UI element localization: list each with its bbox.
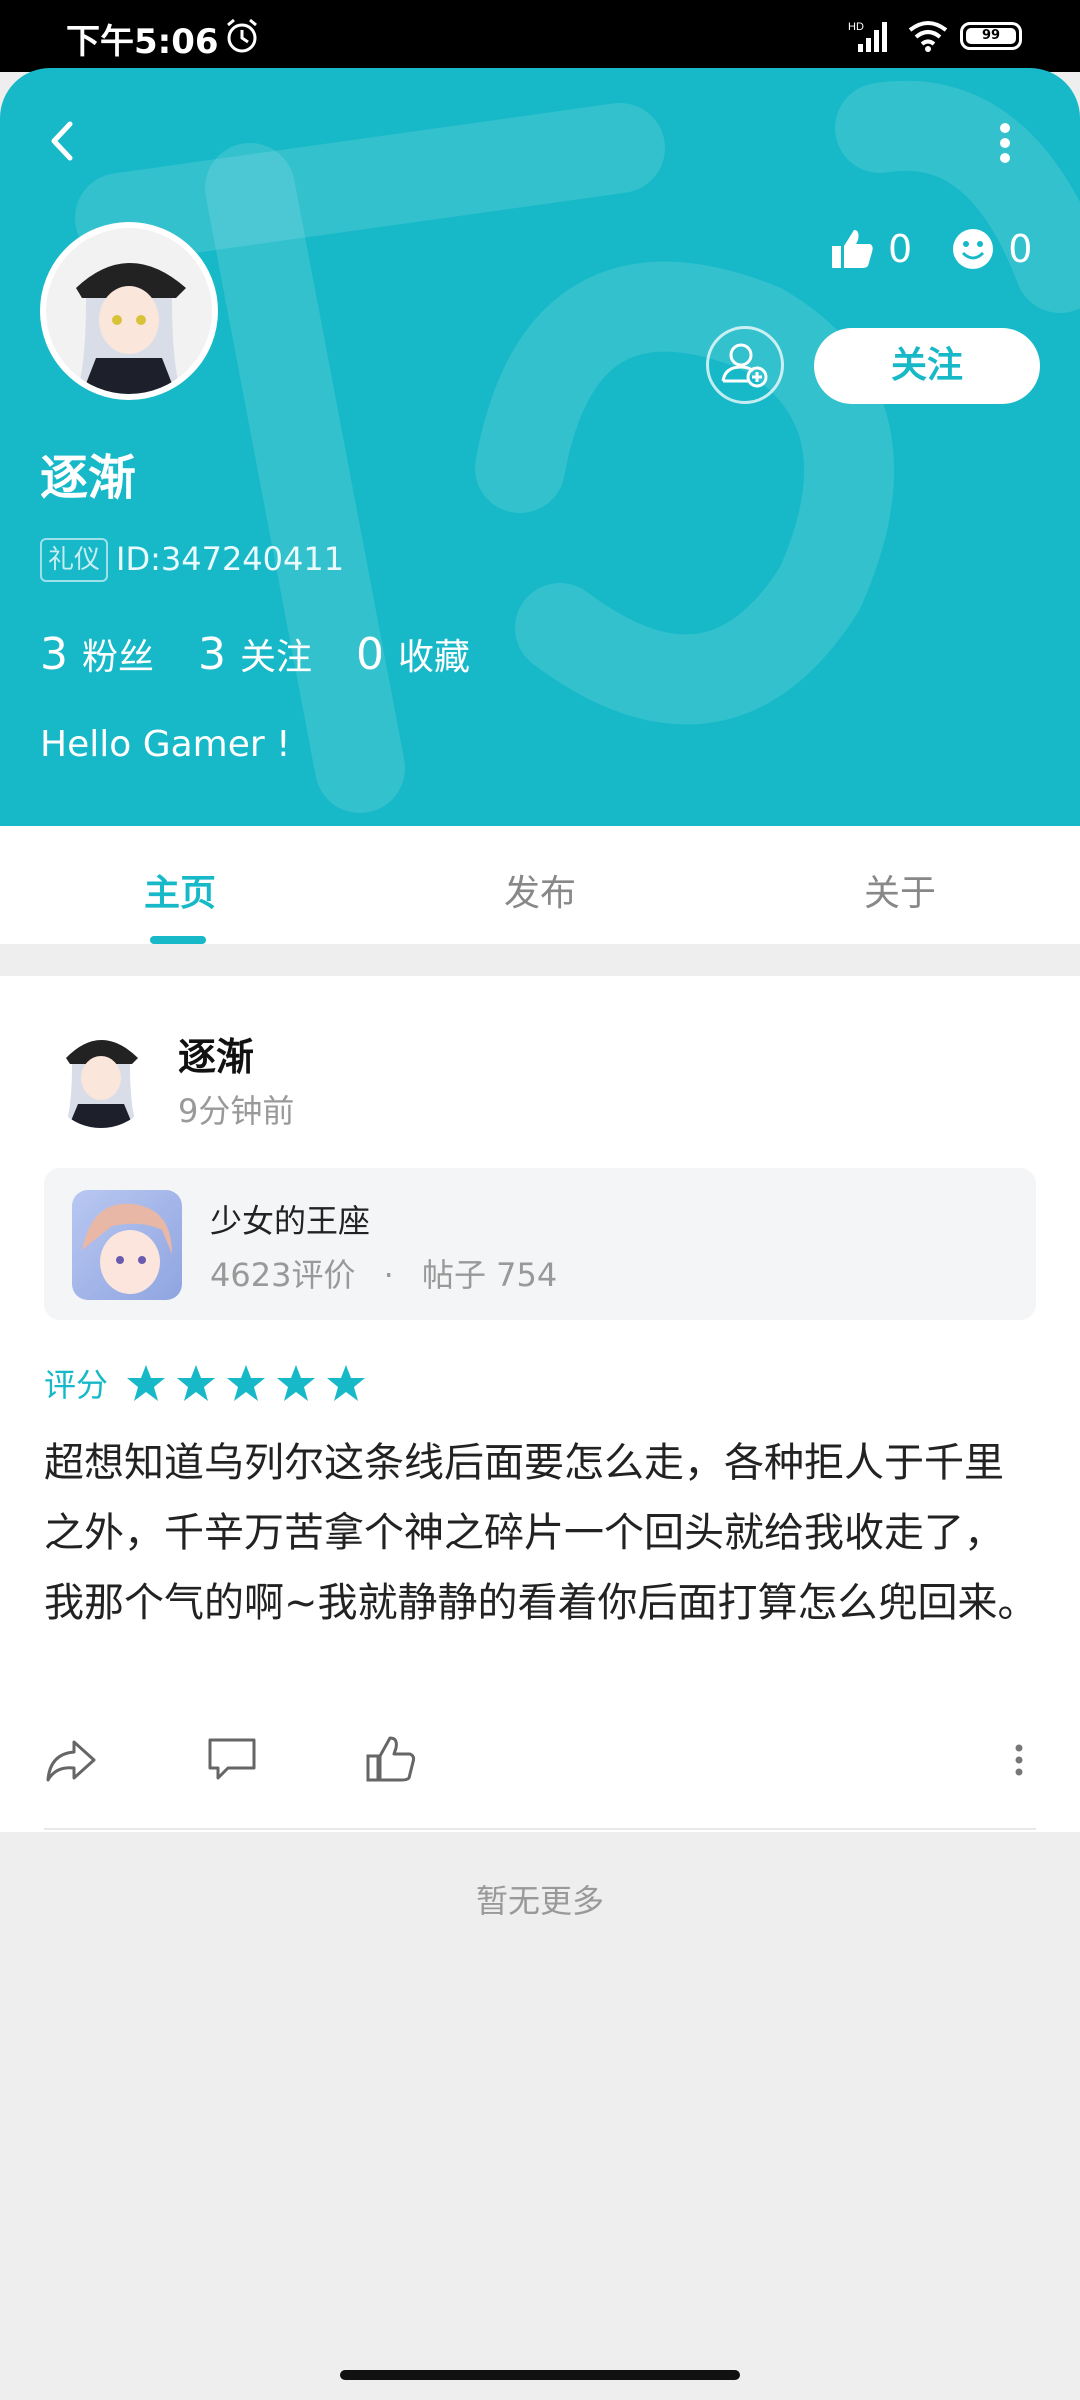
game-reviews: 4623评价: [210, 1256, 356, 1294]
battery-icon: 99: [960, 22, 1022, 50]
avatar[interactable]: [40, 222, 218, 400]
star-icon: [277, 1365, 316, 1401]
star-icon: [227, 1365, 266, 1401]
signal-icon: HD: [848, 21, 887, 52]
meta-separator: ·: [383, 1256, 394, 1294]
profile-stats: 3 粉丝 3 关注 0 收藏: [40, 628, 514, 680]
like-icon[interactable]: [364, 1732, 420, 1788]
game-icon: [72, 1190, 182, 1300]
user-bio: Hello Gamer !: [40, 724, 291, 765]
smile-icon: [953, 229, 994, 269]
stat-fans[interactable]: 3 粉丝: [40, 628, 154, 680]
tab-about[interactable]: 关于: [800, 864, 1000, 916]
add-friend-button[interactable]: [706, 326, 784, 404]
follow-button[interactable]: 关注: [814, 328, 1040, 404]
game-posts: 帖子 754: [421, 1256, 558, 1294]
svg-text:HD: HD: [848, 21, 864, 33]
back-arrow-icon[interactable]: [38, 116, 88, 166]
divider: [44, 1828, 1036, 1830]
thumbs-up-icon: [832, 230, 873, 268]
etiquette-badge[interactable]: 礼仪: [40, 538, 109, 582]
smiles-count[interactable]: 0: [950, 226, 1032, 272]
rating-label: 评分: [44, 1366, 109, 1404]
profile-header: 逐渐 礼仪 ID:347240411 3 粉丝 3 关注 0 收藏 Hello …: [0, 68, 1080, 826]
user-id: ID:347240411: [116, 540, 345, 578]
game-card[interactable]: 少女的王座 4623评价 · 帖子 754: [44, 1168, 1036, 1320]
star-icon: [177, 1365, 216, 1401]
tab-posts[interactable]: 发布: [440, 864, 640, 916]
post-content[interactable]: 超想知道乌列尔这条线后面要怎么走，各种拒人于千里之外，千辛万苦拿个神之碎片一个回…: [44, 1428, 1040, 1638]
taptap-watermark: [75, 80, 1080, 813]
avatar-image: [46, 228, 212, 394]
likes-num: 0: [888, 227, 913, 271]
add-user-icon: [721, 343, 768, 388]
stat-following[interactable]: 3 关注: [198, 628, 312, 680]
post-avatar-image: [46, 1018, 156, 1128]
star-icon: [327, 1365, 366, 1401]
username: 逐渐: [40, 450, 137, 506]
stat-favorites[interactable]: 0 收藏: [356, 628, 470, 680]
game-meta: 4623评价 · 帖子 754: [210, 1250, 557, 1296]
more-vert-icon[interactable]: [990, 118, 1020, 168]
status-time: 下午5:06: [66, 22, 219, 62]
stat-label: 关注: [240, 637, 313, 678]
battery-level: 99: [966, 28, 1016, 44]
post-time: 9分钟前: [178, 1092, 295, 1130]
smiles-num: 0: [1008, 227, 1033, 271]
tab-bar: 主页 发布 关于: [0, 826, 1080, 944]
rating-row: 评分: [44, 1360, 376, 1406]
tab-home[interactable]: 主页: [80, 864, 280, 916]
stat-num: 3: [40, 629, 68, 680]
status-bar: 下午5:06 HD 99: [0, 0, 1080, 72]
post-avatar[interactable]: [46, 1018, 156, 1128]
post-username[interactable]: 逐渐: [178, 1026, 254, 1081]
comment-icon[interactable]: [204, 1732, 260, 1788]
wifi-icon: [908, 21, 948, 52]
star-icon: [127, 1365, 166, 1401]
post-actions: [44, 1732, 1040, 1796]
stat-label: 粉丝: [82, 637, 155, 678]
alarm-icon: [227, 18, 257, 53]
no-more-text: 暂无更多: [475, 1882, 604, 1920]
reactions-row: 0 0: [830, 226, 1032, 272]
post-more-icon[interactable]: [1004, 1732, 1034, 1788]
game-title: 少女的王座: [210, 1202, 371, 1240]
share-icon[interactable]: [44, 1732, 100, 1788]
stat-num: 0: [356, 629, 385, 680]
tab-indicator: [150, 936, 206, 944]
game-icon-image: [72, 1190, 182, 1300]
home-indicator[interactable]: [340, 2370, 740, 2380]
stat-label: 收藏: [398, 637, 471, 678]
post-card[interactable]: 逐渐 9分钟前 少女的王座 4623评价 · 帖子 754 评分 超想知道乌列尔…: [0, 976, 1080, 1832]
stat-num: 3: [198, 629, 227, 680]
likes-count[interactable]: 0: [830, 226, 912, 272]
